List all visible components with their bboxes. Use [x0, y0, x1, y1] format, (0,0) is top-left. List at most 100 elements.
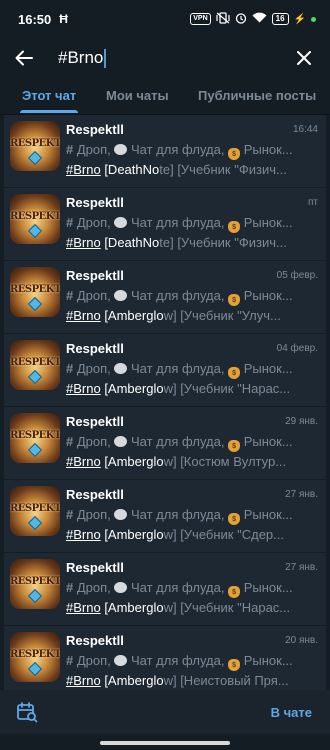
snippet-highlight: [Amberglo: [100, 673, 164, 688]
sender-name: Respektll: [66, 341, 124, 356]
search-result-row[interactable]: RESPEKTll Respektll 29 янв. # Дроп, Чат …: [4, 407, 326, 480]
search-scope-tabs: Этот чат Мои чаты Публичные посты: [0, 82, 330, 114]
message-time: 29 янв.: [285, 416, 318, 427]
mute-vibrate-icon: [216, 11, 230, 27]
arrow-left-icon: [15, 50, 33, 66]
money-bag-icon: $: [228, 513, 241, 525]
message-snippet: #Brno [Amberglow] [Учебник "Нарас...: [66, 381, 316, 396]
home-indicator[interactable]: [100, 741, 230, 745]
chat-avatar: RESPEKTll: [10, 194, 60, 244]
topic-flood: Чат для флуда,: [127, 215, 229, 230]
avatar-logo-text: RESPEKTll: [10, 138, 60, 149]
topic-flood: Чат для флуда,: [127, 288, 229, 303]
wifi-icon: [252, 12, 267, 26]
chat-avatar: RESPEKTll: [10, 486, 60, 536]
avatar-logo-text: RESPEKTll: [10, 576, 60, 587]
snippet-rest: w] [Учебник "Нарас...: [163, 381, 291, 396]
topic-market: Рынок...: [240, 215, 293, 230]
money-bag-icon: $: [228, 367, 241, 379]
message-topic-line: # Дроп, Чат для флуда, $ Рынок...: [66, 507, 316, 525]
search-result-row[interactable]: RESPEKTll Respektll 05 февр. # Дроп, Чат…: [4, 261, 326, 334]
message-snippet: #Brno [Amberglow] [Учебник "Нарас...: [66, 600, 316, 615]
snippet-highlight: [Amberglo: [100, 308, 164, 323]
topic-drop: Дроп,: [73, 580, 115, 595]
money-bag-icon: $: [228, 586, 241, 598]
clear-search-button[interactable]: [292, 46, 316, 70]
message-time: 27 янв.: [285, 562, 318, 573]
snippet-highlight: [Amberglo: [100, 381, 164, 396]
search-result-row[interactable]: RESPEKTll Respektll 20 янв. # Дроп, Чат …: [4, 626, 326, 699]
message-topic-line: # Дроп, Чат для флуда, $ Рынок...: [66, 434, 316, 452]
snippet-highlight: [Amberglo: [100, 600, 164, 615]
message-topic-line: # Дроп, Чат для флуда, $ Рынок...: [66, 580, 316, 598]
sender-name: Respektll: [66, 633, 124, 648]
search-result-row[interactable]: RESPEKTll Respektll 27 янв. # Дроп, Чат …: [4, 480, 326, 553]
money-bag-icon: $: [228, 148, 241, 160]
speech-bubble-icon: [114, 290, 128, 301]
message-snippet: #Brno [DeathNote] [Учебник "Физич...: [66, 235, 316, 250]
hashtag-match[interactable]: #Brno: [66, 162, 101, 177]
sender-name: Respektll: [66, 122, 124, 137]
hashtag-match[interactable]: #Brno: [66, 381, 101, 396]
topic-market: Рынок...: [240, 653, 293, 668]
money-bag-icon: $: [228, 440, 241, 452]
hashtag-match[interactable]: #Brno: [66, 527, 101, 542]
message-time: пт: [308, 197, 318, 208]
speech-bubble-icon: [114, 144, 128, 155]
avatar-gem-icon: [27, 296, 43, 312]
topic-drop: Дроп,: [73, 434, 115, 449]
calendar-search-button[interactable]: [14, 699, 40, 725]
snippet-rest: w] [Учебник "Улуч...: [163, 308, 281, 323]
money-bag-icon: $: [228, 221, 241, 233]
topic-market: Рынок...: [240, 142, 293, 157]
hashtag-match[interactable]: #Brno: [66, 308, 101, 323]
charging-icon: ⚡: [293, 13, 306, 25]
chat-avatar: RESPEKTll: [10, 121, 60, 171]
search-result-row[interactable]: RESPEKTll Respektll 27 янв. # Дроп, Чат …: [4, 553, 326, 626]
message-time: 27 янв.: [285, 489, 318, 500]
topic-drop: Дроп,: [73, 653, 115, 668]
calendar-search-icon: [17, 702, 38, 723]
search-input[interactable]: #Brno: [58, 48, 292, 68]
active-tab-indicator: [20, 110, 78, 113]
tab-public-posts[interactable]: Публичные посты: [198, 82, 316, 103]
avatar-gem-icon: [27, 369, 43, 385]
message-snippet: #Brno [DeathNote] [Учебник "Физич...: [66, 162, 316, 177]
close-icon: [297, 51, 311, 65]
speech-bubble-icon: [114, 655, 128, 666]
search-result-row[interactable]: RESPEKTll Respektll пт # Дроп, Чат для ф…: [4, 188, 326, 261]
search-result-row[interactable]: RESPEKTll Respektll 04 февр. # Дроп, Чат…: [4, 334, 326, 407]
snippet-rest: w] [Неистовый Пря...: [163, 673, 289, 688]
topic-flood: Чат для флуда,: [127, 142, 229, 157]
message-time: 20 янв.: [285, 635, 318, 646]
topic-flood: Чат для флуда,: [127, 434, 229, 449]
snippet-highlight: [DeathNo: [100, 235, 160, 250]
tab-my-chats[interactable]: Мои чаты: [106, 82, 169, 103]
avatar-gem-icon: [27, 223, 43, 239]
chat-avatar: RESPEKTll: [10, 267, 60, 317]
back-button[interactable]: [12, 46, 36, 70]
avatar-gem-icon: [27, 442, 43, 458]
hashtag-match[interactable]: #Brno: [66, 454, 101, 469]
topic-market: Рынок...: [240, 434, 293, 449]
snippet-rest: w] [Учебник "Нарас...: [163, 600, 291, 615]
tab-this-chat[interactable]: Этот чат: [22, 82, 76, 103]
topic-drop: Дроп,: [73, 361, 115, 376]
search-result-row[interactable]: RESPEKTll Respektll 16:44 # Дроп, Чат дл…: [4, 115, 326, 188]
chat-avatar: RESPEKTll: [10, 632, 60, 682]
hashtag-match[interactable]: #Brno: [66, 673, 101, 688]
status-icons: VPN 16 ⚡: [190, 11, 316, 27]
alarm-icon: [235, 12, 247, 27]
in-chat-button[interactable]: В чате: [271, 705, 312, 720]
message-time: 04 февр.: [276, 343, 318, 354]
hashtag-match[interactable]: #Brno: [66, 600, 101, 615]
sender-name: Respektll: [66, 414, 124, 429]
chat-avatar: RESPEKTll: [10, 340, 60, 390]
speech-bubble-icon: [114, 217, 128, 228]
speech-bubble-icon: [114, 582, 128, 593]
sender-name: Respektll: [66, 195, 124, 210]
avatar-logo-text: RESPEKTll: [10, 357, 60, 368]
hashtag-match[interactable]: #Brno: [66, 235, 101, 250]
topic-flood: Чат для флуда,: [127, 507, 229, 522]
message-snippet: #Brno [Amberglow] [Костюм Вултур...: [66, 454, 316, 469]
